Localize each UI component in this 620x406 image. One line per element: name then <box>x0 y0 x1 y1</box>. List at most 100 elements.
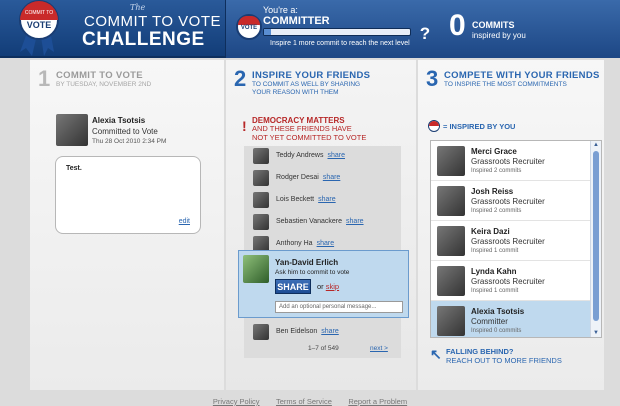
list-item[interactable]: Lynda Kahn Grassroots Recruiter Inspired… <box>431 261 591 301</box>
inspired-count: Inspired 0 commits <box>471 328 522 334</box>
inspired-by-you-label: = INSPIRED BY YOU <box>443 122 516 131</box>
vote-button-icon: VOTE <box>236 14 262 40</box>
avatar <box>437 186 465 216</box>
democracy-subtitle: AND THESE FRIENDS HAVE NOT YET COMMITTED… <box>252 124 367 142</box>
avatar <box>437 226 465 256</box>
commit-count: 0 <box>449 9 466 42</box>
step-inspire-panel: 2 INSPIRE YOUR FRIENDS TO COMMIT AS WELL… <box>226 60 416 390</box>
share-link[interactable]: share <box>318 196 336 203</box>
list-item[interactable]: Keira Dazi Grassroots Recruiter Inspired… <box>431 221 591 261</box>
avatar <box>437 146 465 176</box>
list-item[interactable]: Alexia Tsotsis Committer Inspired 0 comm… <box>431 301 591 337</box>
step-title: INSPIRE YOUR FRIENDS <box>252 70 371 81</box>
svg-text:VOTE: VOTE <box>27 20 52 30</box>
avatar <box>437 266 465 296</box>
scroll-thumb[interactable] <box>593 151 599 321</box>
step-subtitle-line1: TO COMMIT AS WELL BY SHARING <box>252 81 361 88</box>
step-title: COMPETE WITH YOUR FRIENDS <box>444 70 600 81</box>
falling-behind-link[interactable]: REACH OUT TO MORE FRIENDS <box>446 356 562 365</box>
step-compete-panel: 3 COMPETE WITH YOUR FRIENDS TO INSPIRE T… <box>418 60 604 390</box>
footer: Privacy Policy Terms of Service Report a… <box>0 391 620 406</box>
user-name: Alexia Tsotsis <box>92 116 146 125</box>
next-page-link[interactable]: next > <box>370 345 388 352</box>
list-item: Sebastien Vanackere share <box>244 212 401 234</box>
list-item[interactable]: Josh Reiss Grassroots Recruiter Inspired… <box>431 181 591 221</box>
inspired-count: Inspired 1 commit <box>471 248 519 254</box>
commit-message-box: Test. edit <box>55 156 201 234</box>
inspired-role: Grassroots Recruiter <box>471 237 545 246</box>
share-link[interactable]: share <box>323 174 341 181</box>
inspired-count: Inspired 2 commits <box>471 208 522 214</box>
commit-count-sub: inspired by you <box>472 31 526 40</box>
commit-date: Thu 28 Oct 2010 2:34 PM <box>92 138 167 145</box>
user-status: Committed to Vote <box>92 127 158 136</box>
scroll-up-icon[interactable]: ▲ <box>592 141 600 149</box>
avatar <box>56 114 88 146</box>
scrollbar[interactable]: ▲ ▼ <box>590 141 601 337</box>
step-number: 2 <box>234 66 247 91</box>
skip-link[interactable]: skip <box>326 282 339 291</box>
inspired-name: Josh Reiss <box>471 187 514 196</box>
inspired-name: Merci Grace <box>471 147 517 156</box>
friend-name: Ben Eidelson <box>276 328 318 335</box>
step-commit-panel: 1 COMMIT TO VOTE BY TUESDAY, NOVEMBER 2N… <box>30 60 224 390</box>
vote-badge-text: VOTE <box>240 25 258 31</box>
level-progress-bar <box>263 28 411 36</box>
step-subtitle: TO INSPIRE THE MOST COMMITMENTS <box>444 81 567 88</box>
next-level-note: Inspire 1 more commit to reach the next … <box>270 40 410 47</box>
share-popup: Yan-David Erlich Ask him to commit to vo… <box>238 250 409 318</box>
inspired-name: Lynda Kahn <box>471 267 517 276</box>
avatar <box>437 306 465 336</box>
share-link[interactable]: share <box>327 152 345 159</box>
commit-count-label: COMMITS <box>472 20 515 30</box>
question-icon[interactable]: ? <box>416 24 434 44</box>
friend-name: Rodger Desai <box>276 174 319 181</box>
inspired-name: Alexia Tsotsis <box>471 307 525 316</box>
list-item: Ben Eidelson share <box>244 322 401 344</box>
step-subtitle-line2: YOUR REASON WITH THEM <box>252 89 339 96</box>
share-link[interactable]: share <box>317 240 335 247</box>
friend-name: Teddy Andrews <box>276 152 324 159</box>
friend-name: Anthony Ha <box>276 240 313 247</box>
alert-icon: ! <box>242 118 247 134</box>
logo-title-line1: COMMIT TO VOTE <box>84 13 222 30</box>
vote-badge-icon <box>428 120 440 132</box>
share-link[interactable]: share <box>321 328 339 335</box>
step-subtitle: TO COMMIT AS WELL BY SHARING YOUR REASON… <box>252 81 360 97</box>
rank-prefix: You're a: <box>263 5 298 15</box>
democracy-subtitle-line2: NOT YET COMMITTED TO VOTE <box>252 132 367 142</box>
level-progress-fill <box>264 29 272 35</box>
list-item[interactable]: Merci Grace Grassroots Recruiter Inspire… <box>431 141 591 181</box>
popup-friend-name: Yan-David Erlich <box>275 258 339 267</box>
avatar <box>253 192 269 208</box>
avatar <box>253 170 269 186</box>
avatar <box>243 255 269 283</box>
inspired-role: Committer <box>471 317 508 326</box>
share-button[interactable]: SHARE <box>275 279 311 294</box>
inspired-role: Grassroots Recruiter <box>471 157 545 166</box>
scroll-down-icon[interactable]: ▼ <box>592 329 600 337</box>
step-number: 1 <box>38 66 51 91</box>
ribbon-badge-icon: COMMIT TO VOTE <box>19 0 59 56</box>
inspired-name: Keira Dazi <box>471 227 510 236</box>
privacy-link[interactable]: Privacy Policy <box>213 397 260 406</box>
terms-link[interactable]: Terms of Service <box>276 397 332 406</box>
inspired-role: Grassroots Recruiter <box>471 277 545 286</box>
step-number: 3 <box>426 66 439 91</box>
avatar <box>253 148 269 164</box>
svg-text:COMMIT TO: COMMIT TO <box>25 10 53 16</box>
step-title: COMMIT TO VOTE <box>56 70 143 81</box>
pagination-info: 1–7 of 549 <box>308 345 339 352</box>
list-item: Rodger Desai share <box>244 168 401 190</box>
logo-the: The <box>130 3 146 12</box>
header: COMMIT TO VOTE The COMMIT TO VOTE CHALLE… <box>0 0 620 58</box>
inspired-role: Grassroots Recruiter <box>471 197 545 206</box>
or-text: or <box>317 282 324 291</box>
share-link[interactable]: share <box>346 218 364 225</box>
arrow-up-left-icon: ↖ <box>430 346 442 362</box>
edit-link[interactable]: edit <box>179 218 190 225</box>
report-link[interactable]: Report a Problem <box>348 397 407 406</box>
personal-message-input[interactable]: Add an optional personal message... <box>275 301 403 313</box>
step-subtitle: BY TUESDAY, NOVEMBER 2ND <box>56 81 152 88</box>
list-item: Lois Beckett share <box>244 190 401 212</box>
